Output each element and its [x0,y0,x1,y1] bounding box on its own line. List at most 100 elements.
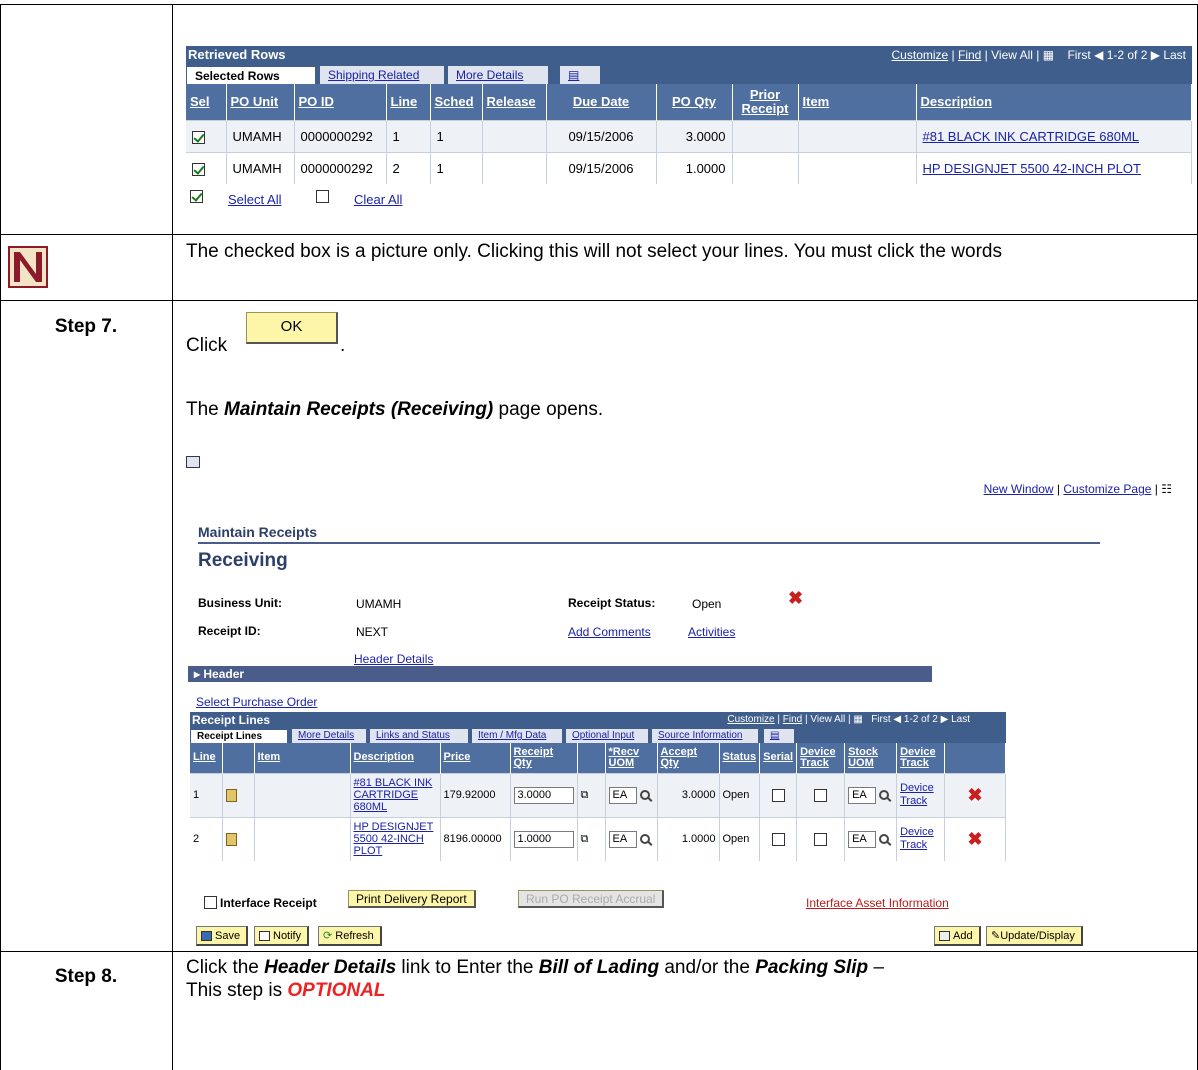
activities-link[interactable]: Activities [688,625,735,639]
delete-receipt-icon[interactable]: ✖ [788,588,803,609]
stock-uom-input[interactable]: EA [848,830,877,848]
http-icon[interactable]: ☷ [1161,482,1172,496]
col-po-unit[interactable]: PO Unit [226,84,295,120]
refresh-button[interactable]: ⟳ Refresh [318,926,382,946]
receipt-qty-input[interactable]: 3.0000 [513,786,574,804]
copy-icon[interactable]: ⧉ [581,789,589,801]
row-select-checkbox[interactable] [192,130,205,144]
col-serial[interactable]: Serial [759,743,798,773]
col-status[interactable]: Status [719,743,761,773]
col-stock-uom[interactable]: Stock UOM [844,743,898,773]
tab-optional-input[interactable]: Optional Input [566,729,648,743]
col-sel[interactable]: Sel [186,84,227,120]
select-all-link[interactable]: Select All [228,192,281,207]
serial-checkbox[interactable] [771,788,785,802]
description-link[interactable]: HP DESIGNJET 5500 42-INCH PLOT [923,161,1141,176]
col-item[interactable]: Item [798,84,917,120]
serial-checkbox[interactable] [771,832,785,846]
device-track-link[interactable]: Device Track [900,782,934,807]
col-prior-receipt[interactable]: Prior Receipt [732,84,799,120]
next-arrow-icon[interactable]: ▶ [941,714,949,725]
line-details-icon[interactable] [225,788,237,802]
col-item[interactable]: Item [254,743,351,773]
select-all-checkbox-icon [190,190,203,203]
notify-button[interactable]: Notify [254,926,310,946]
col-description[interactable]: Description [916,84,1192,120]
grid-icon[interactable]: ▦ [853,714,862,725]
print-delivery-report-button[interactable]: Print Delivery Report [348,890,476,908]
view-all-link[interactable]: View All [810,714,845,725]
tab-links-and-status[interactable]: Links and Status [370,729,468,743]
prev-arrow-icon[interactable]: ◀ [1094,48,1103,62]
grid-icon[interactable]: ▦ [1043,48,1054,62]
grid-nav: Customize | Find | View All | ▦ First ◀ … [891,48,1186,62]
col-line[interactable]: Line [386,84,431,120]
add-button[interactable]: Add [934,926,981,946]
ok-button[interactable]: OK [246,312,338,344]
collapse-menu-icon[interactable] [186,456,200,468]
tab-more-details[interactable]: More Details [448,66,548,84]
customize-link[interactable]: Customize [727,714,774,725]
find-link[interactable]: Find [958,48,981,62]
save-button[interactable]: Save [196,926,249,946]
show-all-columns-icon[interactable]: ▤ [764,729,794,743]
col-po-qty[interactable]: PO Qty [656,84,733,120]
step8-optional: OPTIONAL [287,980,386,1001]
customize-link[interactable]: Customize [892,48,949,62]
delete-row-icon[interactable]: ✖ [968,785,983,805]
description-link[interactable]: HP DESIGNJET 5500 42-INCH PLOT [354,821,434,857]
tab-selected-rows[interactable]: Selected Rows [186,66,316,84]
lookup-icon[interactable] [639,834,650,845]
clear-all-link[interactable]: Clear All [354,192,402,207]
col-line[interactable]: Line [190,743,223,773]
view-all-link[interactable]: View All [991,48,1033,62]
add-comments-link[interactable]: Add Comments [568,625,651,639]
copy-icon[interactable]: ⧉ [581,833,589,845]
header-details-link[interactable]: Header Details [354,652,433,666]
find-link[interactable]: Find [783,714,802,725]
col-device-track[interactable]: Device Track [796,743,846,773]
col-description[interactable]: Description [350,743,441,773]
row-select-checkbox[interactable] [192,162,205,176]
lookup-icon[interactable] [879,790,890,800]
tab-receipt-lines[interactable]: Receipt Lines [190,729,288,743]
tab-source-information[interactable]: Source Information [652,729,758,743]
interface-receipt-checkbox[interactable] [204,896,217,909]
col-release[interactable]: Release [482,84,547,120]
description-link[interactable]: #81 BLACK INK CARTRIDGE 680ML [354,777,433,813]
retrieved-rows-table: Sel PO Unit PO ID Line Sched Release Due… [186,84,1192,184]
col-po-id[interactable]: PO ID [294,84,387,120]
header-section-bar[interactable]: ▸ Header [188,666,932,682]
stock-uom-input[interactable]: EA [848,786,877,804]
customize-page-link[interactable]: Customize Page [1063,482,1151,496]
next-arrow-icon[interactable]: ▶ [1151,48,1160,62]
description-link[interactable]: #81 BLACK INK CARTRIDGE 680ML [923,129,1140,144]
delete-row-icon[interactable]: ✖ [968,829,983,849]
device-track-checkbox[interactable] [814,788,828,802]
prev-arrow-icon[interactable]: ◀ [893,714,901,725]
line-details-icon[interactable] [225,832,237,846]
recv-uom-input[interactable]: EA [608,786,637,804]
col-due-date[interactable]: Due Date [546,84,657,120]
col-accept-qty[interactable]: Accept Qty [657,743,720,773]
update-display-button[interactable]: ✎Update/Display [986,926,1083,946]
device-track-checkbox[interactable] [814,832,828,846]
run-po-receipt-accrual-button[interactable]: Run PO Receipt Accrual [518,890,665,908]
receipt-qty-input[interactable]: 1.0000 [513,830,574,848]
show-all-columns-icon[interactable]: ▤ [560,66,600,84]
col-price[interactable]: Price [440,743,511,773]
interface-asset-information-link[interactable]: Interface Asset Information [806,896,949,910]
tab-more-details[interactable]: More Details [292,729,366,743]
col-recv-uom[interactable]: *Recv UOM [605,743,658,773]
lookup-icon[interactable] [639,790,650,800]
select-purchase-order-link[interactable]: Select Purchase Order [196,695,317,709]
lookup-icon[interactable] [879,834,890,845]
col-receipt-qty[interactable]: Receipt Qty [510,743,578,773]
tab-shipping-related[interactable]: Shipping Related [320,66,444,84]
tab-item-mfg-data[interactable]: Item / Mfg Data [472,729,562,743]
new-window-link[interactable]: New Window [984,482,1054,496]
col-device-track-2[interactable]: Device Track [896,743,946,773]
recv-uom-input[interactable]: EA [608,830,637,848]
device-track-link[interactable]: Device Track [900,826,934,851]
col-sched[interactable]: Sched [430,84,483,120]
